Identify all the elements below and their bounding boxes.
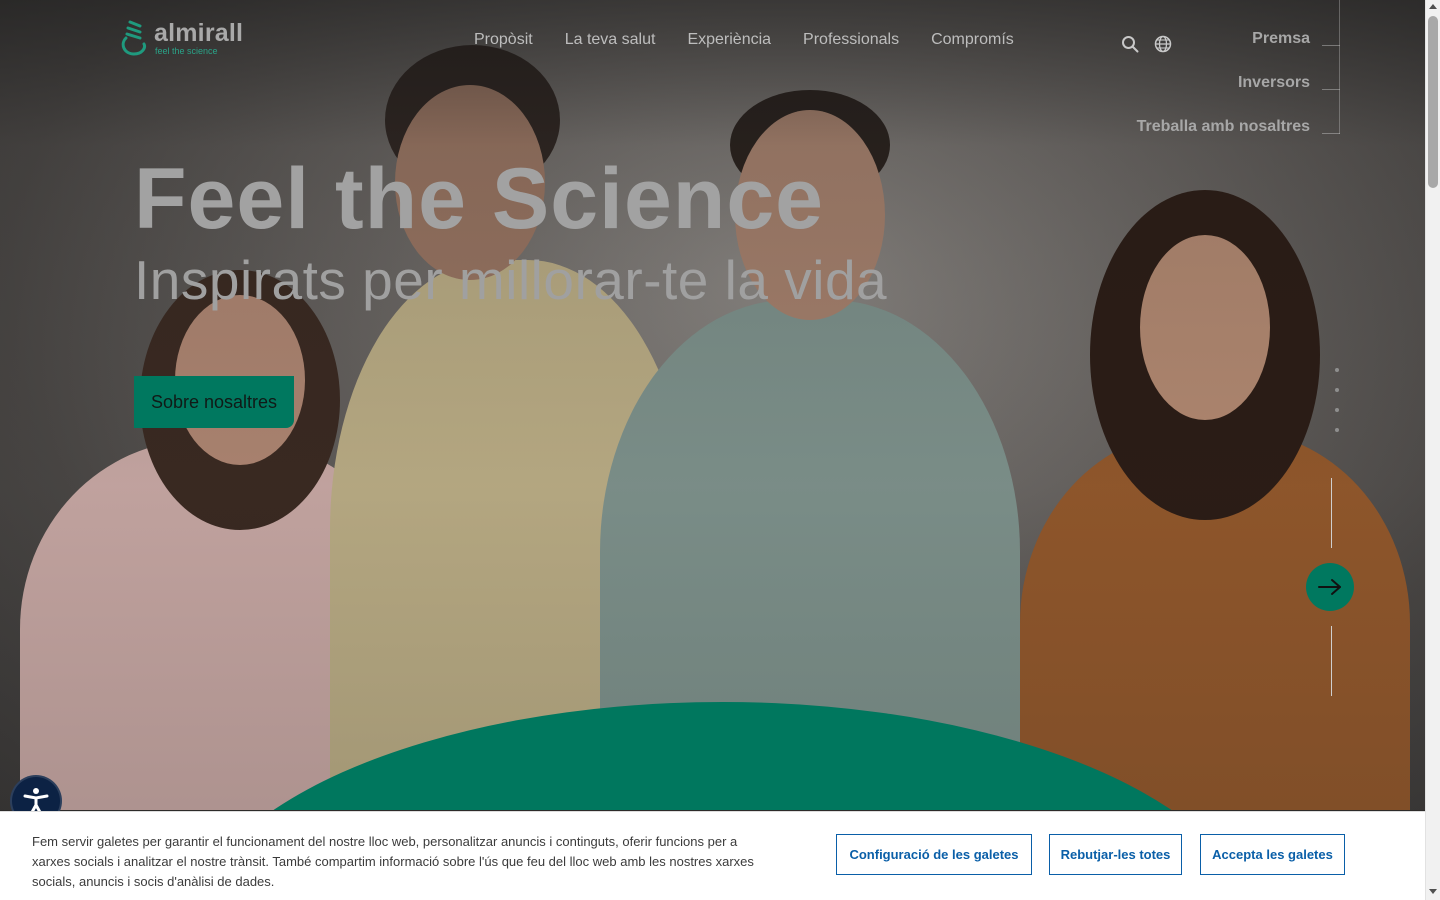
slide-dot[interactable] [1335, 428, 1339, 432]
next-slide-button[interactable] [1306, 563, 1354, 611]
main-navigation: Propòsit La teva salut Experiència Profe… [474, 31, 1014, 49]
slide-dot[interactable] [1335, 368, 1339, 372]
side-link-tick [1322, 89, 1340, 90]
side-link-treballa[interactable]: Treballa amb nosaltres [1137, 118, 1310, 137]
slide-dot[interactable] [1335, 408, 1339, 412]
scroll-thumb[interactable] [1428, 16, 1438, 188]
cookie-notice-text: Fem servir galetes per garantir el funci… [32, 834, 754, 889]
cookie-settings-button[interactable]: Configuració de les galetes [836, 834, 1032, 875]
slide-pagination [1335, 368, 1339, 432]
nav-item-professionals[interactable]: Professionals [803, 31, 899, 49]
arrow-right-icon [1318, 579, 1341, 595]
cookie-banner: Fem servir galetes per garantir el funci… [0, 811, 1425, 900]
almirall-logo-icon [121, 20, 146, 56]
side-link-tick [1322, 45, 1340, 46]
slide-dot[interactable] [1335, 388, 1339, 392]
nav-item-experiencia[interactable]: Experiència [687, 31, 771, 49]
secondary-links: Premsa Inversors Treballa amb nosaltres [1137, 30, 1310, 162]
brand-name: almirall [154, 19, 244, 47]
nav-item-proposit[interactable]: Propòsit [474, 31, 533, 49]
about-us-button[interactable]: Sobre nosaltres [134, 376, 294, 428]
brand-tagline: feel the science [155, 46, 218, 56]
reject-all-cookies-button[interactable]: Rebutjar-les totes [1049, 834, 1182, 875]
hero-subtitle: Inspirats per millorar-te la vida [134, 249, 888, 311]
page-scrollbar[interactable] [1425, 0, 1440, 900]
brand-logo[interactable]: almirall feel the science [120, 20, 243, 56]
scroll-down-icon[interactable] [1429, 889, 1437, 894]
hero-title: Feel the Science [134, 151, 824, 247]
nav-item-compromis[interactable]: Compromís [931, 31, 1014, 49]
nav-item-la-teva-salut[interactable]: La teva salut [565, 31, 656, 49]
side-links-rule [1339, 0, 1340, 134]
scroll-up-icon[interactable] [1429, 4, 1437, 9]
side-link-tick [1322, 133, 1340, 134]
side-link-inversors[interactable]: Inversors [1137, 74, 1310, 93]
carousel-line-bottom [1331, 626, 1332, 696]
carousel-line-top [1331, 478, 1332, 548]
side-link-premsa[interactable]: Premsa [1137, 30, 1310, 49]
accept-cookies-button[interactable]: Accepta les galetes [1200, 834, 1345, 875]
